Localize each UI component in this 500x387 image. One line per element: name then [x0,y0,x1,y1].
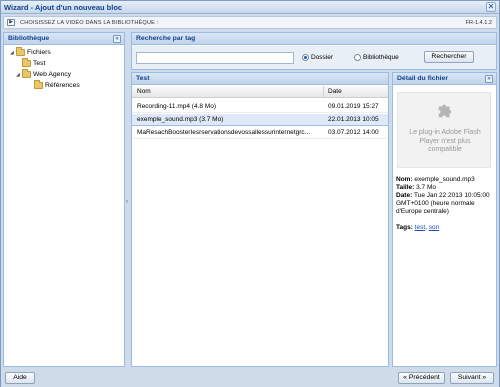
tree-node-label: Web Agency [33,71,72,78]
column-header-name[interactable]: Nom [137,88,151,95]
table-row-selected[interactable]: exemple_sound.mp3 (3.7 Mo) 22.01.2013 10… [132,114,388,126]
close-icon[interactable]: ✕ [486,2,496,12]
flash-placeholder: Le plug-in Adobe Flash Player n'est plus… [397,92,491,168]
tree-node-references[interactable]: Références [10,80,80,93]
name-value: exemple_sound.mp3 [414,176,475,183]
search-body: Dossier Bibliothèque Rechercher [132,46,496,69]
tag-link[interactable]: son [429,224,439,231]
tags-label: Tags: [396,224,413,231]
radio-folder[interactable]: Dossier [302,54,333,61]
file-date-cell: 03.07.2012 14:00 [328,129,379,136]
file-name-cell: MaResachBoosterIesrservationsdevossalles… [137,129,311,136]
detail-body: Le plug-in Adobe Flash Player n'est plus… [393,86,496,366]
library-title: Bibliothèque [8,35,50,42]
title-bar: Wizard - Ajout d'un nouveau bloc ✕ [1,1,499,14]
previous-button[interactable]: « Précédent [398,372,445,384]
tree-node-web-agency[interactable]: ◢ Web Agency [10,69,80,82]
radio-library-indicator[interactable] [354,54,361,61]
radio-folder-label: Dossier [311,54,334,61]
size-value: 3.7 Mo [416,184,436,191]
file-name-cell: Recording-11.mp4 (4.8 Mo) [137,103,216,110]
file-date-cell: 22.01.2013 10:05 [328,116,379,123]
tag-search-input[interactable] [136,52,294,64]
info-text: CHOISISSEZ LA VIDÉO DANS LA BIBLIOTHÈQUE… [20,20,159,26]
file-metadata: Nom: exemple_sound.mp3 Taille: 3.7 Mo Da… [396,176,490,231]
results-panel: Test Nom Date Recording-11.mp4 (4.8 Mo) … [131,72,389,367]
radio-library[interactable]: Bibliothèque [354,54,399,61]
results-title: Test [136,75,150,82]
search-panel-header: Recherche par tag [132,33,496,45]
plugin-message: Le plug-in Adobe Flash Player n'est plus… [409,129,481,153]
tree-node-label: Test [33,60,46,67]
library-panel-header: Bibliothèque « [4,33,124,45]
panel-splitter[interactable]: ‹ [126,31,130,367]
file-date-cell: 09.01.2019 15:27 [328,103,379,110]
plugin-puzzle-icon [438,104,452,118]
column-separator[interactable] [323,86,324,98]
results-panel-header: Test [132,73,388,85]
tree-node-label: Références [45,82,80,89]
folder-open-icon [16,47,25,56]
tree-node-label: Fichiers [27,49,51,56]
tree-node-fichiers[interactable]: ◢ Fichiers [10,47,80,60]
version-label: FR-1.4.1.2 [465,20,492,26]
collapse-right-icon[interactable]: » [485,75,493,83]
folder-icon [34,80,43,89]
tree-node-test[interactable]: Test [10,58,80,71]
search-title: Recherche par tag [136,35,196,42]
column-header-date[interactable]: Date [328,88,342,95]
tag-link[interactable]: test [415,224,425,231]
wizard-window: Wizard - Ajout d'un nouveau bloc ✕ ▶ CHO… [0,0,500,387]
size-label: Taille: [396,184,415,191]
library-tree: ◢ Fichiers Test ◢ Web Agency Références [10,47,80,93]
wizard-footer: Aide « Précédent Suivant » [1,369,499,387]
detail-title: Détail du fichier [397,75,448,82]
collapse-left-icon[interactable]: « [113,35,121,43]
library-panel: Bibliothèque « ◢ Fichiers Test ◢ Web Agenc… [3,32,125,367]
detail-panel: Détail du fichier » Le plug-in Adobe Fla… [392,72,497,367]
search-button[interactable]: Rechercher [424,51,474,63]
film-icon: ▶ [7,19,15,26]
file-name-cell: exemple_sound.mp3 (3.7 Mo) [137,116,224,123]
next-button[interactable]: Suivant » [450,372,494,384]
search-panel: Recherche par tag Dossier Bibliothèque R… [131,32,497,70]
date-label: Date: [396,192,413,199]
collapse-arrow-icon[interactable]: ‹ [126,199,128,205]
help-button[interactable]: Aide [5,372,35,384]
name-label: Nom: [396,176,413,183]
detail-panel-header: Détail du fichier » [393,73,496,85]
table-row[interactable]: Recording-11.mp4 (4.8 Mo) 09.01.2019 15:… [132,101,388,113]
grid-header: Nom Date [132,86,388,98]
info-bar: ▶ CHOISISSEZ LA VIDÉO DANS LA BIBLIOTHÈQ… [3,16,497,29]
window-title: Wizard - Ajout d'un nouveau bloc [4,3,123,12]
radio-folder-indicator[interactable] [302,54,309,61]
radio-library-label: Bibliothèque [363,54,399,61]
table-row[interactable]: MaResachBoosterIesrservationsdevossalles… [132,127,388,139]
folder-icon [22,58,31,67]
folder-open-icon [22,69,31,78]
